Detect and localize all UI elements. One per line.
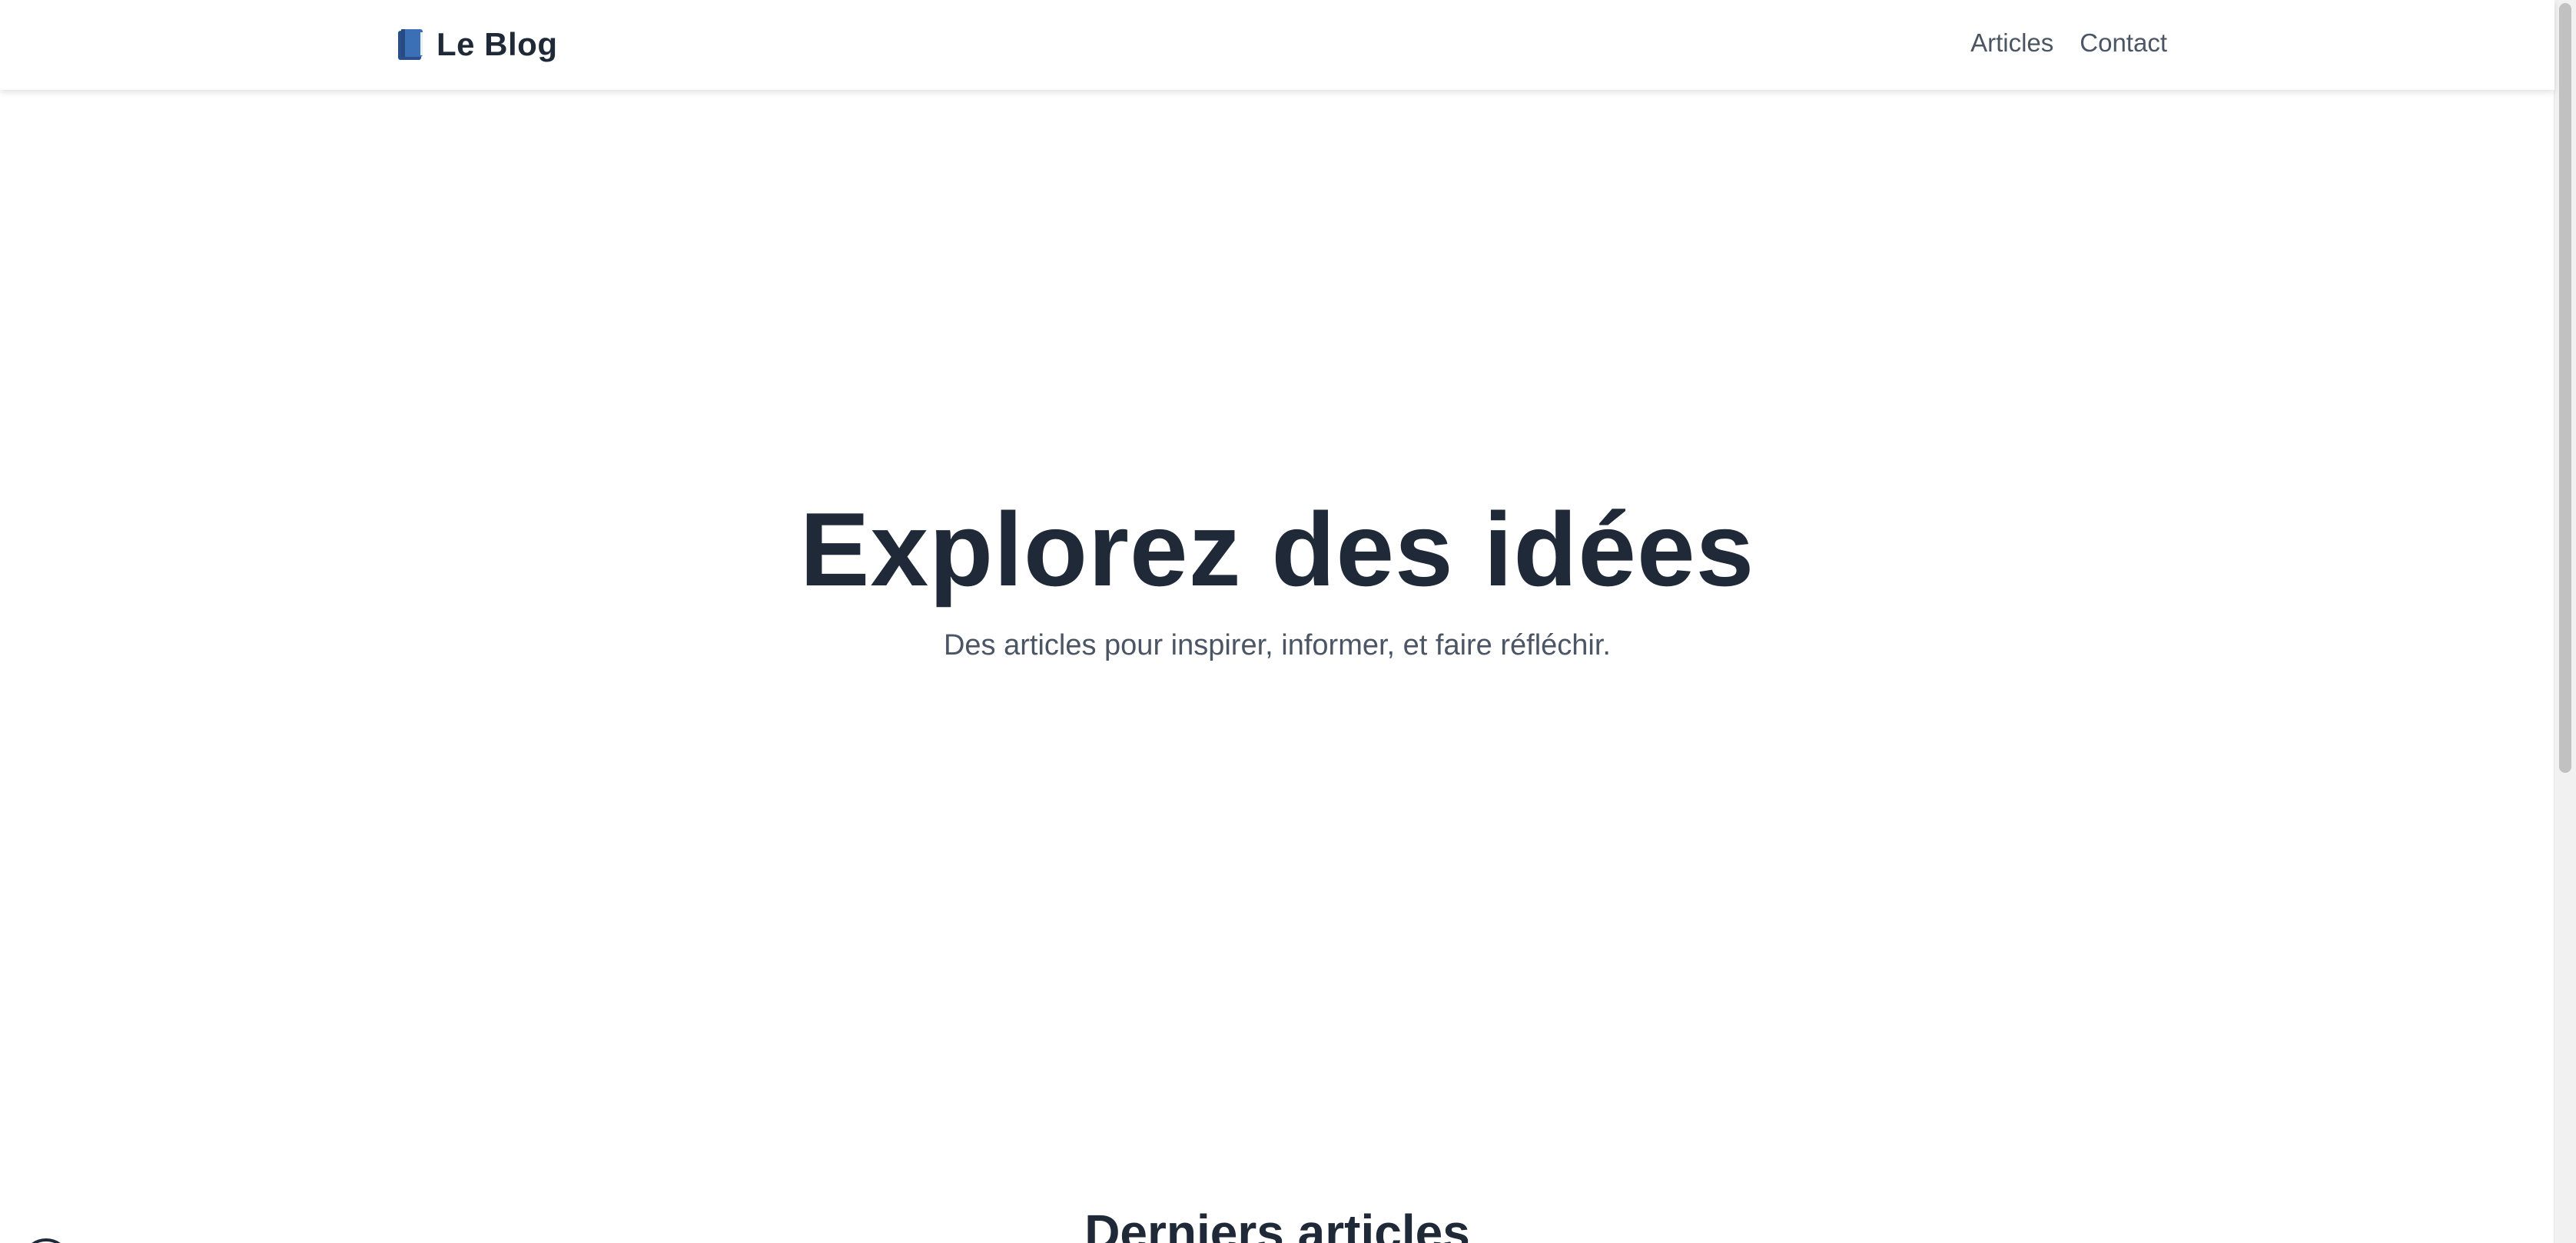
hero-subtitle: Des articles pour inspirer, informer, et… bbox=[943, 629, 1611, 661]
hero-section: Explorez des idées Des articles pour ins… bbox=[0, 90, 2554, 1127]
brand-link[interactable]: Le Blog bbox=[397, 23, 558, 66]
page-viewport: Le Blog Articles Contact Explorez des id… bbox=[0, 0, 2576, 1243]
brand-label: Le Blog bbox=[437, 26, 558, 62]
main-nav: Articles Contact bbox=[1970, 26, 2167, 60]
site-header: Le Blog Articles Contact bbox=[0, 0, 2554, 90]
nav-contact-link[interactable]: Contact bbox=[2080, 26, 2167, 60]
hero-title: Explorez des idées bbox=[799, 491, 1755, 608]
nav-articles-link[interactable]: Articles bbox=[1970, 26, 2053, 60]
book-icon bbox=[397, 28, 426, 61]
latest-articles-title: Derniers articles bbox=[1084, 1205, 1470, 1243]
vertical-scrollbar[interactable] bbox=[2554, 0, 2576, 1243]
scrollbar-thumb[interactable] bbox=[2559, 3, 2571, 773]
